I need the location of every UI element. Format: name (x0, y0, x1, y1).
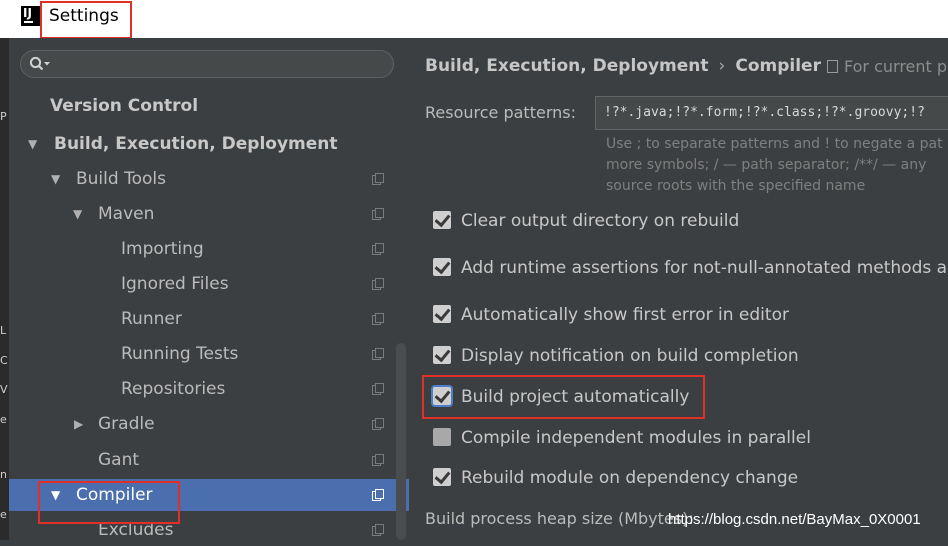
checkbox-checked[interactable] (433, 211, 451, 229)
tree-item-version-control[interactable]: Version Control (9, 90, 409, 122)
tree-item-label: Build, Execution, Deployment (54, 134, 338, 154)
watermark-text: https://blog.csdn.net/BayMax_0X0001 (668, 511, 921, 528)
tree-item-compiler[interactable]: ▼ Compiler (9, 479, 409, 511)
tree-item-excludes[interactable]: Excludes (9, 514, 409, 546)
expand-arrow-icon[interactable]: ▼ (28, 128, 37, 160)
tree-item-label: Compiler (76, 485, 153, 505)
tree-item-label: Runner (121, 309, 182, 329)
tree-item-label: Importing (121, 239, 204, 259)
edge-char: L (0, 324, 7, 337)
project-scope-icon (372, 243, 384, 255)
tree-item-label: Repositories (121, 379, 226, 399)
tree-item-running-tests[interactable]: Running Tests (9, 338, 409, 370)
project-scope-icon (372, 383, 384, 395)
resource-patterns-input[interactable]: !?*.java;!?*.form;!?*.class;!?*.groovy;!… (595, 96, 948, 130)
checkbox-checked[interactable] (433, 258, 451, 276)
resource-patterns-help: source roots with the specified name (606, 178, 866, 194)
tree-item-build-tools[interactable]: ▼ Build Tools (9, 163, 409, 195)
option-label: Build project automatically (461, 387, 690, 407)
edge-char: n (0, 468, 7, 481)
breadcrumb: Build, Execution, Deployment › Compiler (425, 56, 821, 76)
breadcrumb-separator: › (718, 56, 726, 76)
tree-item-importing[interactable]: Importing (9, 233, 409, 265)
tree-item-label: Gant (98, 450, 140, 470)
tree-item-label: Build Tools (76, 169, 166, 189)
option-label: Compile independent modules in parallel (461, 428, 811, 448)
expand-arrow-icon[interactable]: ▼ (51, 479, 60, 511)
tree-item-label: Ignored Files (121, 274, 229, 294)
heap-size-label: Build process heap size (Mbytes): (425, 509, 694, 528)
tree-item-label: Gradle (98, 414, 155, 434)
project-scope-icon (372, 524, 384, 536)
expand-arrow-icon[interactable]: ▼ (51, 163, 60, 195)
tree-item-gant[interactable]: Gant (9, 444, 409, 476)
resource-patterns-label: Resource patterns: (425, 103, 576, 122)
tree-item-label: Maven (98, 204, 155, 224)
project-scope-icon (372, 208, 384, 220)
project-scope-icon (372, 454, 384, 466)
window-title: Settings (49, 6, 119, 26)
breadcrumb-current: Compiler (735, 56, 821, 76)
checkbox-checked[interactable] (433, 387, 451, 405)
option-label: Rebuild module on dependency change (461, 468, 799, 488)
project-scope-icon (372, 418, 384, 430)
resource-patterns-help: Use ; to separate patterns and ! to nega… (606, 136, 943, 152)
project-scope-icon (372, 173, 384, 185)
option-label: Automatically show first error in editor (461, 305, 789, 325)
checkbox-checked[interactable] (433, 305, 451, 323)
project-scope-icon (372, 313, 384, 325)
checkbox-unchecked[interactable] (433, 428, 451, 446)
tree-item-gradle[interactable]: ▶ Gradle (9, 408, 409, 440)
checkbox-checked[interactable] (433, 346, 451, 364)
tree-item-repositories[interactable]: Repositories (9, 373, 409, 405)
tree-item-runner[interactable]: Runner (9, 303, 409, 335)
tree-item-maven[interactable]: ▼ Maven (9, 198, 409, 230)
title-bar: IJ Settings (0, 0, 948, 38)
scope-hint: For current p (827, 57, 947, 76)
project-scope-icon (372, 348, 384, 360)
settings-search-input[interactable] (20, 50, 394, 78)
checkbox-checked[interactable] (433, 468, 451, 486)
option-label: Clear output directory on rebuild (461, 211, 740, 231)
edge-char: e (0, 508, 7, 521)
breadcrumb-parent[interactable]: Build, Execution, Deployment (425, 56, 709, 76)
tree-item-build-execution-deployment[interactable]: ▼ Build, Execution, Deployment (9, 128, 409, 160)
option-label: Add runtime assertions for not-null-anno… (461, 258, 948, 278)
project-scope-icon (372, 489, 384, 501)
project-scope-icon (372, 278, 384, 290)
expand-arrow-icon[interactable]: ▶ (74, 408, 83, 440)
edge-char: e (0, 413, 7, 426)
background-window-edge: P L C V e n e (0, 38, 9, 540)
tree-item-label: Excludes (98, 520, 174, 540)
scope-hint-text: For current p (844, 57, 948, 76)
expand-arrow-icon[interactable]: ▼ (73, 198, 82, 230)
tree-item-label: Running Tests (121, 344, 239, 364)
option-label: Display notification on build completion (461, 346, 799, 366)
resource-patterns-help: more symbols; / — path separator; /**/ —… (606, 157, 927, 173)
edge-char: P (0, 110, 7, 123)
intellij-logo-icon: IJ (21, 6, 41, 26)
settings-sidebar: Version Control ▼ Build, Execution, Depl… (9, 38, 409, 540)
tree-item-label: Version Control (50, 96, 199, 116)
project-scope-icon (827, 60, 838, 73)
search-icon[interactable] (29, 56, 51, 72)
tree-item-ignored-files[interactable]: Ignored Files (9, 268, 409, 300)
sidebar-scrollbar[interactable] (396, 343, 406, 540)
edge-char: C (0, 354, 8, 367)
edge-char: V (0, 383, 8, 396)
compiler-settings-panel: Build, Execution, Deployment › Compiler Fo… (409, 38, 948, 540)
